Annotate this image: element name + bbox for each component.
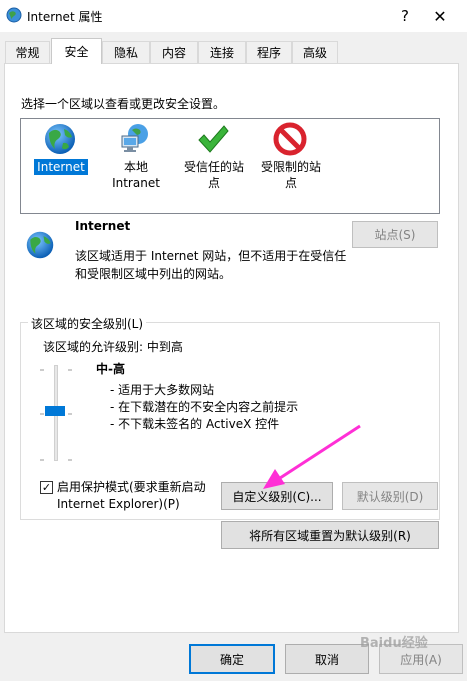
level-name: 中-高 xyxy=(96,362,125,376)
tab-connections[interactable]: 连接 xyxy=(198,41,246,63)
zone-trusted-sites[interactable]: 受信任的站 点 xyxy=(174,119,254,213)
zone-trusted-label-line1: 受信任的站 xyxy=(183,160,244,174)
checkmark-icon xyxy=(198,125,229,153)
zone-prompt: 选择一个区域以查看或更改安全设置。 xyxy=(21,97,226,111)
globe-icon xyxy=(26,231,54,259)
tab-privacy[interactable]: 隐私 xyxy=(102,41,150,63)
security-slider-thumb[interactable] xyxy=(45,406,65,416)
close-button[interactable]: ✕ xyxy=(423,3,457,29)
tab-advanced[interactable]: 高级 xyxy=(292,41,338,63)
tab-content[interactable]: 内容 xyxy=(150,41,198,63)
level-line: - 在下载潜在的不安全内容之前提示 xyxy=(110,400,299,414)
tab-security[interactable]: 安全 xyxy=(51,38,102,64)
allowed-levels-text: 该区域的允许级别: 中到高 xyxy=(43,340,183,354)
protected-mode-label: 启用保护模式(要求重新启动 Internet Explorer)(P) xyxy=(57,479,222,513)
intranet-icon xyxy=(121,124,148,152)
internet-options-icon xyxy=(6,7,22,23)
protected-mode-label-line2: Internet Explorer)(P) xyxy=(57,497,180,511)
zone-trusted-label-line2: 点 xyxy=(207,176,220,190)
zone-title: Internet xyxy=(75,219,131,233)
zone-internet-label: Internet xyxy=(34,159,88,175)
zone-description: 该区域适用于 Internet 网站，但不适用于在受信任和受限制区域中列出的网站… xyxy=(75,249,347,281)
level-line: - 适用于大多数网站 xyxy=(110,383,215,397)
protected-mode-checkbox[interactable]: ✓ xyxy=(40,481,53,494)
reset-all-zones-button[interactable]: 将所有区域重置为默认级别(R) xyxy=(221,521,439,549)
protected-mode-label-line1: 启用保护模式(要求重新启动 xyxy=(57,480,206,494)
globe-icon xyxy=(45,124,75,154)
help-button[interactable]: ? xyxy=(388,3,422,29)
window-title: Internet 属性 xyxy=(27,10,103,24)
zone-intranet-label-line1: 本地 xyxy=(123,160,148,174)
sites-button[interactable]: 站点(S) xyxy=(352,221,438,248)
zone-intranet-label-line2: Intranet xyxy=(112,176,160,190)
zone-restricted-label-line2: 点 xyxy=(284,176,297,190)
cancel-button[interactable]: 取消 xyxy=(285,644,369,674)
security-level-label: 该区域的安全级别(L) xyxy=(28,315,147,332)
zone-local-intranet[interactable]: 本地 Intranet xyxy=(96,119,176,213)
zone-internet[interactable]: Internet xyxy=(21,119,101,213)
ok-button[interactable]: 确定 xyxy=(189,644,275,674)
zone-list[interactable]: Internet 本地 Intranet 受信任的站 点 受限制的站 点 xyxy=(20,118,440,214)
watermark: Baidu经验 xyxy=(360,636,428,651)
zone-restricted-sites[interactable]: 受限制的站 点 xyxy=(251,119,331,213)
tab-general[interactable]: 常规 xyxy=(5,41,50,63)
zone-restricted-label-line1: 受限制的站 xyxy=(260,160,321,174)
restricted-icon xyxy=(273,122,307,156)
tab-programs[interactable]: 程序 xyxy=(246,41,292,63)
annotation-arrow xyxy=(263,424,361,489)
